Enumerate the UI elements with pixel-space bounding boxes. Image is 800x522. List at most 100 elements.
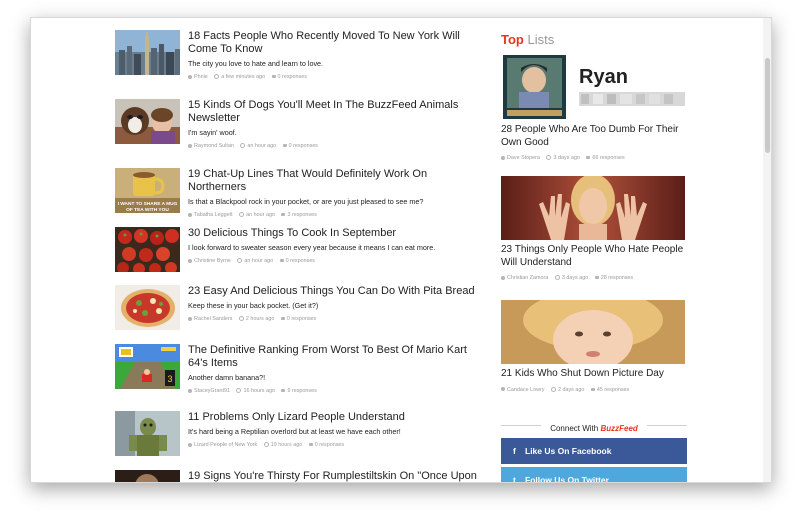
thumb-pita-pizza[interactable]: [115, 285, 180, 330]
clock-icon: [238, 316, 244, 322]
clock-icon: [240, 143, 246, 149]
feed-item-title[interactable]: 19 Signs You're Thirsty For Rumplestilts…: [188, 470, 484, 482]
thumb-caption-line-2: OF TEA WITH YOU: [126, 207, 169, 213]
response-count[interactable]: 0 responses: [286, 258, 315, 264]
divider: [501, 425, 541, 426]
clock-icon: [239, 212, 245, 218]
response-count[interactable]: 0 responses: [289, 143, 318, 149]
feed-item-title[interactable]: 11 Problems Only Lizard People Understan…: [188, 411, 484, 424]
comment-icon: [590, 387, 595, 391]
top-lists-heading: Top Lists: [501, 32, 554, 47]
response-count[interactable]: 0 responses: [287, 316, 316, 322]
feed-item-meta: Rachel Sanders 2 hours ago 0 responses: [188, 316, 484, 322]
author-icon: [188, 258, 192, 263]
twitter-icon: t: [513, 475, 516, 483]
feed-item-meta: Phnie a few minutes ago 0 responses: [188, 74, 484, 80]
response-count[interactable]: 9 responses: [287, 388, 316, 394]
scrollbar-thumb[interactable]: [765, 58, 770, 153]
author-name[interactable]: Raymond Sultan: [194, 143, 234, 149]
timestamp: 2 hours ago: [245, 316, 275, 322]
connect-label-text: Connect With: [550, 424, 601, 433]
author-name[interactable]: Rachel Sanders: [194, 316, 232, 322]
author-icon: [188, 442, 192, 447]
feed-item-meta: Lizard People of New York 19 hours ago 0…: [188, 442, 484, 448]
timestamp: an hour ago: [247, 143, 277, 149]
facebook-icon: f: [513, 446, 516, 456]
response-count[interactable]: 28 responses: [601, 275, 633, 281]
feed-item-title[interactable]: 23 Easy And Delicious Things You Can Do …: [188, 285, 484, 298]
clock-icon: [263, 442, 269, 448]
thumb-new-york-skyline[interactable]: [115, 30, 180, 75]
thumb-mario-kart-screen[interactable]: 3: [115, 344, 180, 389]
author-icon: [188, 143, 192, 148]
thumb-dog-with-child[interactable]: [115, 99, 180, 144]
clock-icon: [214, 74, 220, 80]
feed-item-title[interactable]: 30 Delicious Things To Cook In September: [188, 227, 484, 240]
clock-icon: [550, 386, 556, 392]
response-count[interactable]: 45 responses: [597, 387, 629, 393]
top-list-meta: Christian Zamora 3 days ago 28 responses: [501, 275, 687, 281]
response-count[interactable]: 66 responses: [592, 155, 624, 161]
thumb-tea-mug-caption[interactable]: I WANT TO SHARE A MUG OF TEA WITH YOU: [115, 168, 180, 213]
author-icon: [501, 275, 505, 280]
clock-icon: [546, 155, 552, 161]
image-trading-card-ryan[interactable]: Ryan: [501, 54, 685, 120]
facebook-like-button[interactable]: f Like Us On Facebook: [501, 438, 687, 464]
comment-icon: [308, 443, 313, 447]
top-list-title[interactable]: 23 Things Only People Who Hate People Wi…: [501, 244, 687, 269]
buzzfeed-logo[interactable]: BuzzFeed: [600, 424, 637, 433]
feed-item-title[interactable]: 19 Chat-Up Lines That Would Definitely W…: [188, 168, 484, 194]
timestamp: 2 days ago: [557, 386, 585, 393]
thumb-rumplestiltskin[interactable]: [115, 470, 180, 482]
twitter-follow-button[interactable]: t Follow Us On Twitter: [501, 467, 687, 483]
response-count[interactable]: 0 responses: [278, 74, 307, 80]
feed-item-title[interactable]: 18 Facts People Who Recently Moved To Ne…: [188, 30, 484, 56]
comment-icon: [586, 156, 591, 160]
feed-item-title[interactable]: The Definitive Ranking From Worst To Bes…: [188, 344, 484, 370]
timestamp: a few minutes ago: [221, 74, 266, 80]
thumb-lizard-man[interactable]: [115, 411, 180, 456]
author-name[interactable]: Lizard People of New York: [194, 442, 257, 448]
top-lists-heading-accent: Top: [501, 32, 524, 47]
comment-icon: [271, 75, 276, 79]
thumb-baked-tomatoes[interactable]: [115, 227, 180, 272]
timestamp: 19 hours ago: [270, 442, 303, 448]
scrollbar[interactable]: [763, 18, 771, 482]
author-name[interactable]: Phnie: [194, 74, 208, 80]
author-name[interactable]: Christian Zamora: [507, 275, 548, 281]
top-list-card[interactable]: 23 Things Only People Who Hate People Wi…: [501, 176, 687, 281]
comment-icon: [280, 317, 285, 321]
top-list-card[interactable]: 21 Kids Who Shut Down Picture Day Candac…: [501, 300, 687, 393]
author-icon: [501, 387, 505, 392]
card-name-text: Ryan: [579, 66, 628, 88]
clock-icon: [554, 275, 560, 281]
image-woman-hands-up[interactable]: [501, 176, 685, 240]
feed-item-description: I'm sayin' woof.: [188, 128, 237, 137]
divider: [647, 425, 687, 426]
clock-icon: [237, 258, 243, 264]
top-list-title[interactable]: 28 People Who Are Too Dumb For Their Own…: [501, 124, 687, 149]
top-list-title[interactable]: 21 Kids Who Shut Down Picture Day: [501, 368, 687, 381]
author-name[interactable]: Candace Lowry: [507, 387, 544, 393]
feed-item-description: Another damn banana?!: [188, 373, 266, 382]
top-list-card[interactable]: Ryan 28 People Who Are Too Dumb For Thei…: [501, 54, 687, 161]
top-lists-heading-rest: Lists: [523, 32, 555, 47]
feed-item-description: Is that a Blackpool rock in your pocket,…: [188, 197, 424, 206]
feed-item-meta: StaceyGrant91 16 hours ago 9 responses: [188, 388, 484, 394]
author-icon: [188, 212, 192, 217]
feed-item-description: I look forward to sweater season every y…: [188, 243, 436, 252]
author-icon: [188, 316, 192, 321]
feed-item-description: It's hard being a Reptilian overlord but…: [188, 427, 401, 436]
response-count[interactable]: 0 responses: [315, 442, 344, 448]
image-blond-kid-pout[interactable]: [501, 300, 685, 364]
author-name[interactable]: StaceyGrant91: [194, 388, 230, 394]
timestamp: 3 days ago: [561, 275, 589, 281]
response-count[interactable]: 3 responses: [287, 212, 316, 218]
author-name[interactable]: Dave Stopera: [507, 155, 540, 161]
comment-icon: [594, 276, 599, 280]
author-icon: [188, 74, 192, 79]
twitter-label: Follow Us On Twitter: [525, 475, 609, 483]
feed-item-title[interactable]: 15 Kinds Of Dogs You'll Meet In The Buzz…: [188, 99, 484, 125]
author-name[interactable]: Tabatha Leggett: [194, 212, 233, 218]
author-name[interactable]: Christine Byrne: [194, 258, 231, 264]
